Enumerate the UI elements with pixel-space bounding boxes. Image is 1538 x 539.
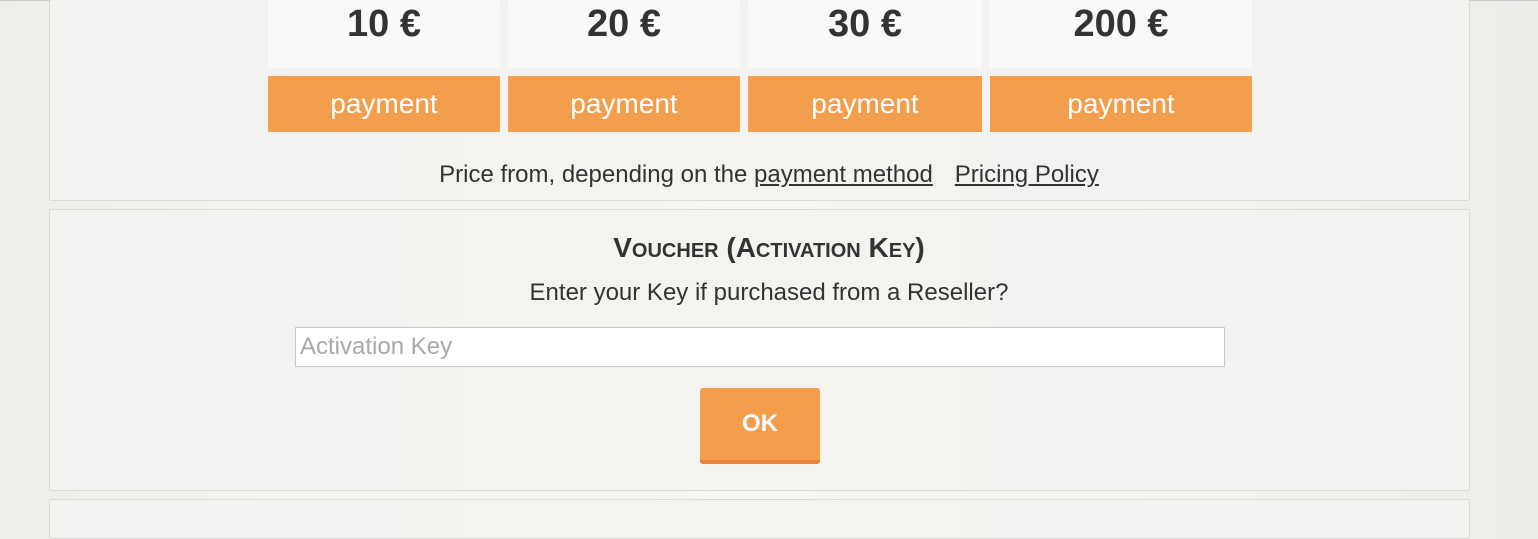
payment-button-20[interactable]: payment [508,76,740,132]
voucher-subtitle: Enter your Key if purchased from a Resel… [529,279,1009,306]
pricing-policy-link[interactable]: Pricing Policy [955,161,1099,188]
price-note: Price from, depending on the payment met… [0,160,1538,190]
price-30: 30 € [748,0,982,68]
voucher-title: Voucher (Activation Key) [613,232,925,263]
payment-button-10[interactable]: payment [268,76,500,132]
payment-method-link[interactable]: payment method [754,161,933,188]
price-10: 10 € [268,0,500,68]
price-200: 200 € [990,0,1252,68]
activation-key-input[interactable] [295,327,1225,367]
payment-button-30[interactable]: payment [748,76,982,132]
price-20: 20 € [508,0,740,68]
next-panel [49,499,1470,539]
price-note-text: Price from, depending on the [439,161,748,188]
payment-button-200[interactable]: payment [990,76,1252,132]
ok-button[interactable]: OK [700,388,820,464]
